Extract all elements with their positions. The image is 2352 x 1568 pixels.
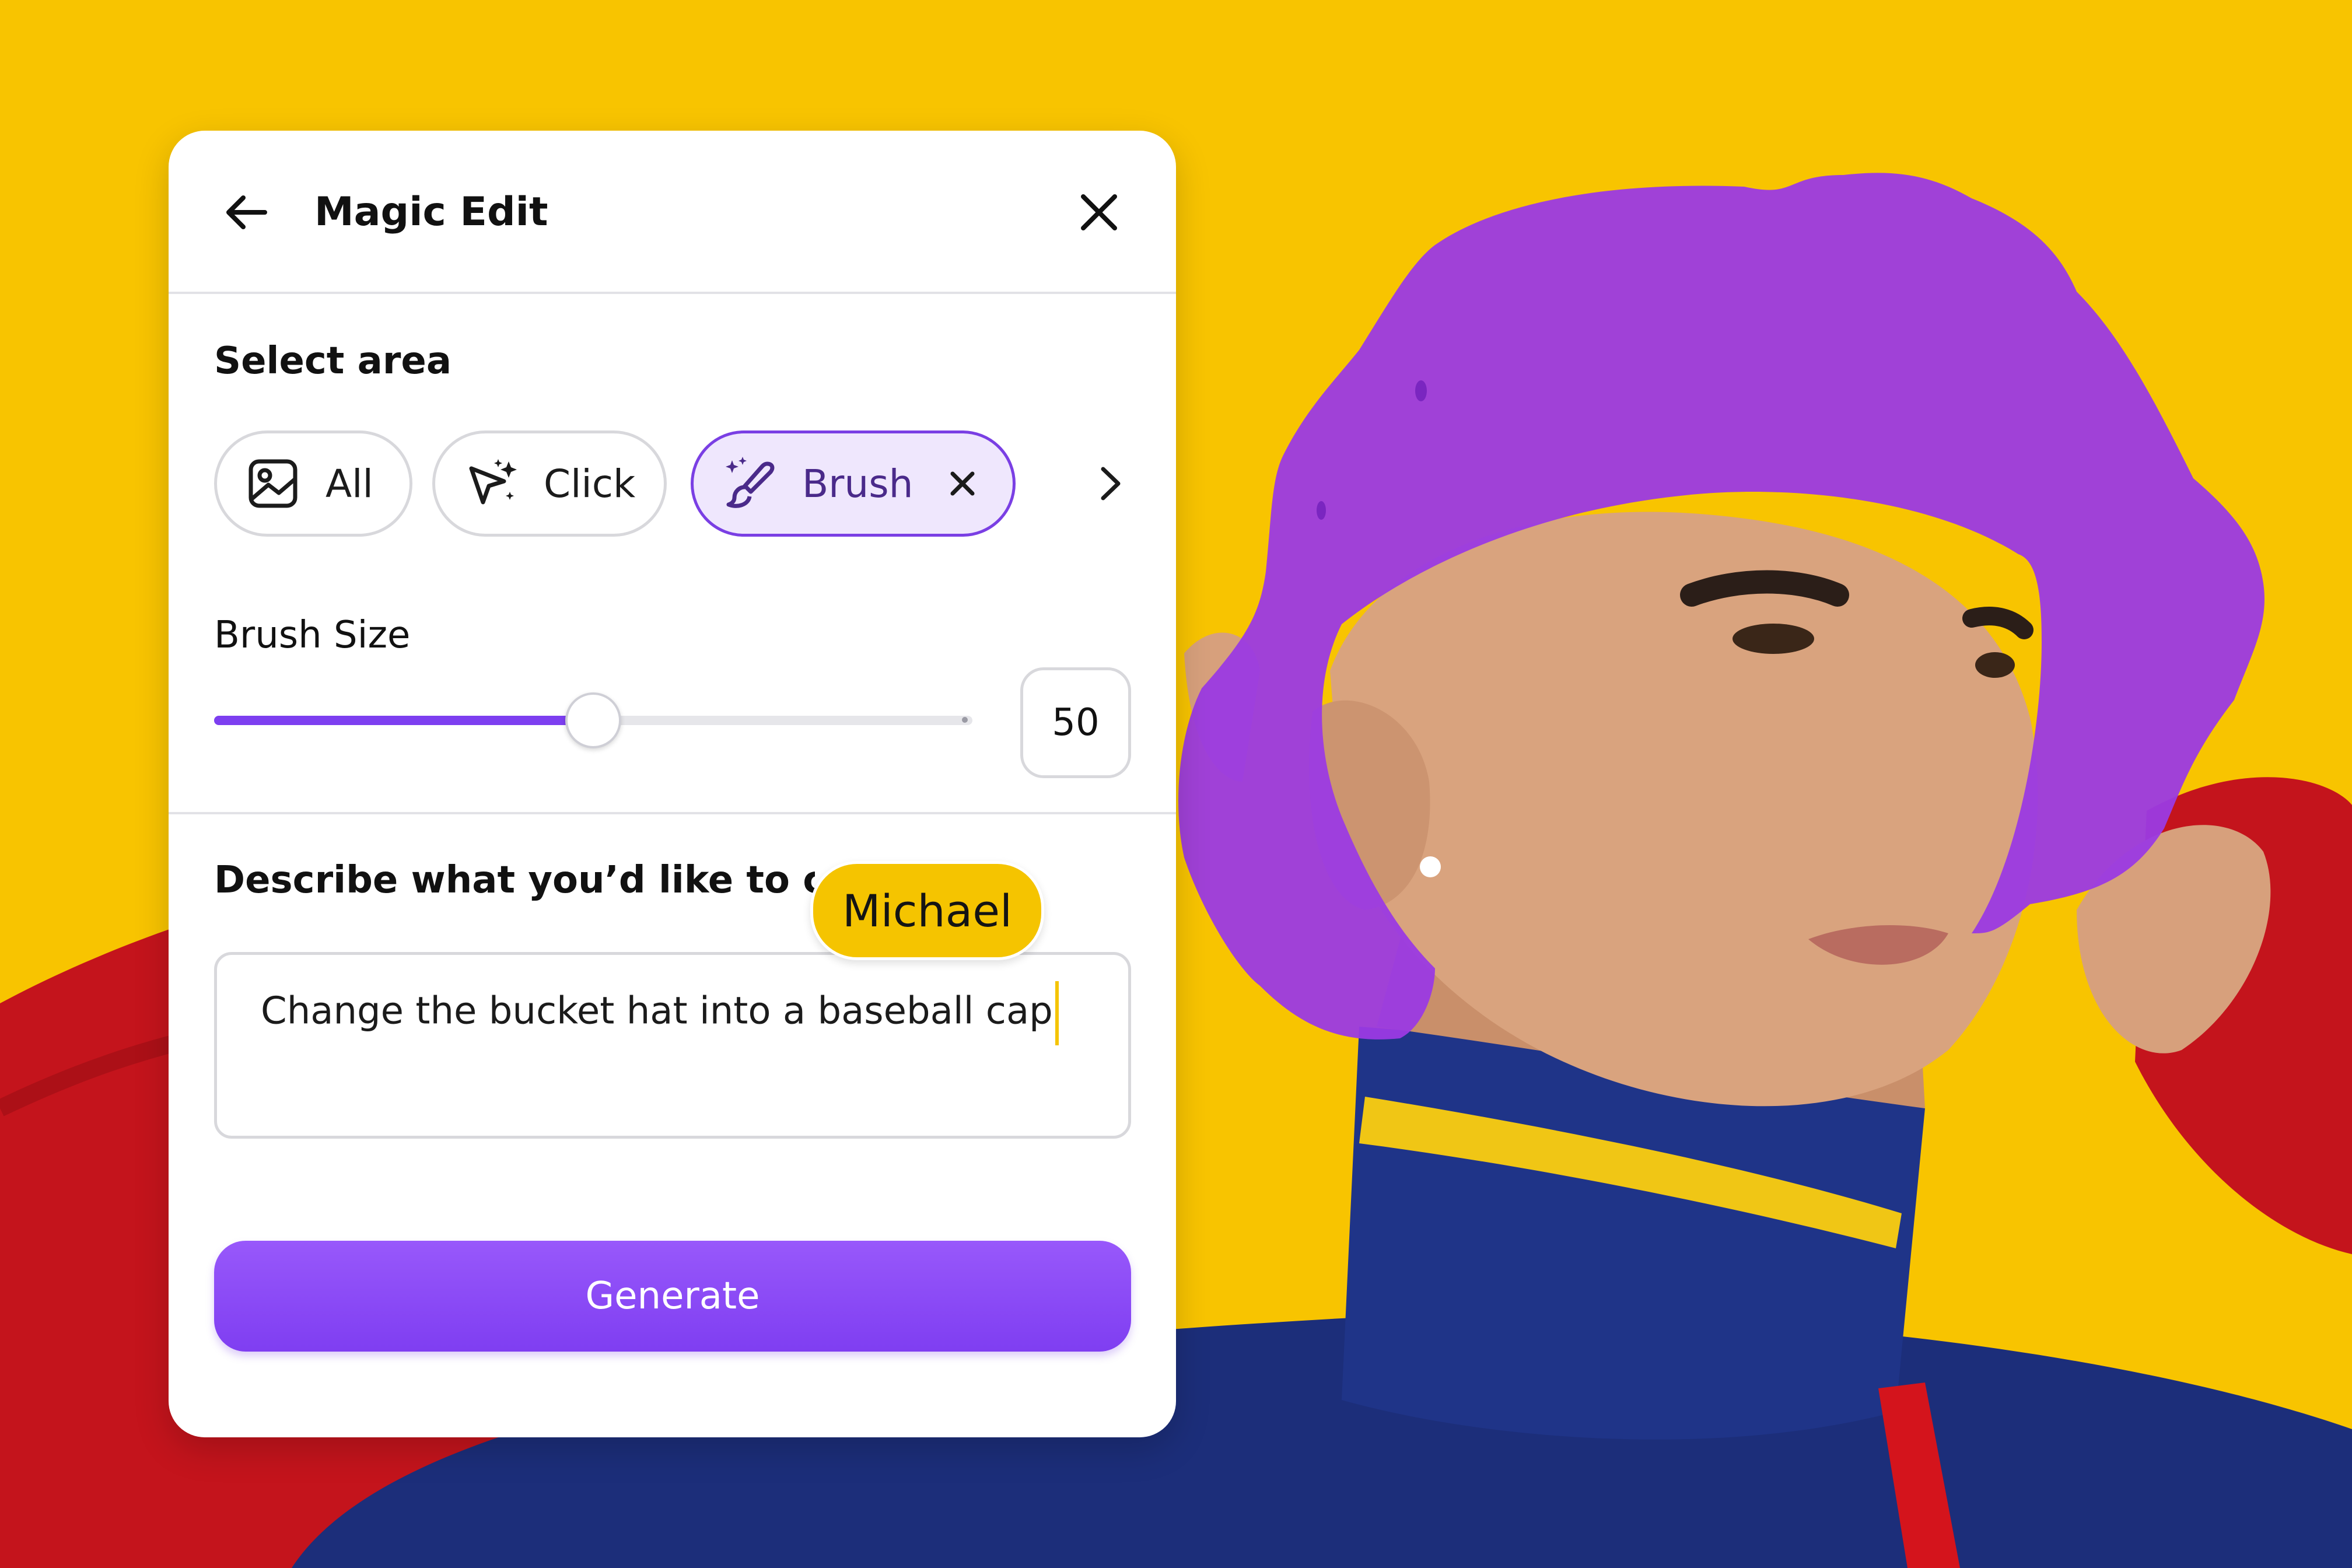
brush-size-input[interactable]: 50 [1020, 667, 1131, 778]
select-brush-chip[interactable]: Brush [691, 430, 1016, 537]
close-button[interactable] [1073, 186, 1125, 239]
prompt-label: Describe what you’d like to crea [214, 859, 815, 902]
section-divider [169, 812, 1176, 814]
slider-end-dot [962, 717, 968, 723]
collaborator-cursor-tag: Michael [810, 861, 1045, 960]
close-icon [1081, 194, 1117, 230]
brush-size-label: Brush Size [214, 614, 411, 657]
magic-brush-icon [726, 457, 775, 508]
prompt-textarea[interactable]: Change the bucket hat into a baseball ca… [214, 952, 1131, 1139]
select-click-chip[interactable]: Click [432, 430, 667, 537]
select-brush-label: Brush [802, 461, 914, 506]
magic-edit-panel: Magic Edit Select area All Click Brush B… [169, 131, 1176, 1437]
panel-title: Magic Edit [314, 189, 548, 235]
arrow-left-icon [226, 195, 267, 229]
clear-brush-icon[interactable] [947, 468, 978, 499]
header-divider [169, 292, 1176, 294]
image-icon [249, 459, 298, 508]
panel-header: Magic Edit [169, 131, 1176, 292]
prompt-value: Change the bucket hat into a baseball ca… [261, 989, 1053, 1033]
prompt-text: Change the bucket hat into a baseball ca… [261, 981, 1059, 1045]
text-caret [1055, 981, 1059, 1045]
chevron-right-icon[interactable] [1090, 457, 1131, 510]
back-button[interactable] [221, 186, 274, 239]
brush-size-slider[interactable] [214, 692, 972, 748]
generate-button[interactable]: Generate [214, 1241, 1131, 1352]
select-click-label: Click [544, 461, 636, 506]
magic-pointer-icon [469, 459, 517, 505]
select-all-chip[interactable]: All [214, 430, 412, 537]
slider-fill [214, 716, 593, 725]
slider-handle[interactable] [565, 692, 621, 748]
select-all-label: All [326, 461, 373, 506]
select-area-label: Select area [214, 340, 452, 383]
